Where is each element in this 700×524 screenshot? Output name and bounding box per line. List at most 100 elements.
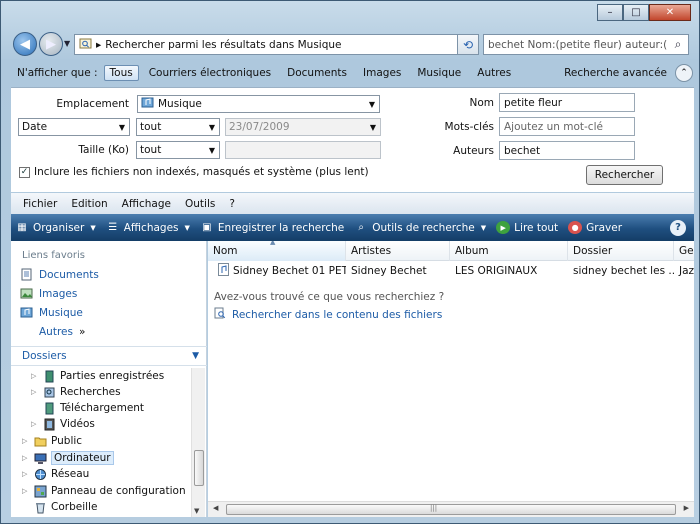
search-button[interactable]: Rechercher: [586, 165, 663, 185]
location-combo[interactable]: Musique ▼: [137, 95, 380, 113]
scrollbar-thumb[interactable]: [194, 450, 204, 486]
column-album[interactable]: Album: [450, 241, 568, 261]
folder-tree: ▷ Parties enregistrées ▷ Recherches Télé…: [11, 368, 191, 517]
date-op-combo[interactable]: tout ▼: [136, 118, 220, 136]
chevron-down-icon: ▼: [192, 351, 199, 361]
name-input[interactable]: petite fleur: [499, 93, 635, 112]
column-genre[interactable]: Ge: [674, 241, 694, 261]
search-file-contents-link[interactable]: Rechercher dans le contenu des fichiers: [214, 307, 442, 322]
search-tools-label: Outils de recherche: [372, 221, 475, 234]
forward-button[interactable]: ▶: [39, 32, 63, 56]
size-op-combo[interactable]: tout ▼: [136, 141, 220, 159]
tree-item-label: Corbeille: [51, 501, 98, 513]
filter-all[interactable]: Tous: [103, 64, 139, 81]
results-hscrollbar[interactable]: ◀ ||| ▶: [208, 501, 694, 517]
tree-item-computer[interactable]: ▷ Ordinateur: [22, 450, 114, 466]
music-icon: [20, 306, 33, 319]
include-nonindexed-checkbox[interactable]: ✓: [19, 166, 30, 178]
expand-icon[interactable]: ▷: [31, 372, 39, 380]
date-op-value: tout: [140, 121, 162, 133]
back-button[interactable]: ◀: [13, 32, 37, 56]
folders-header[interactable]: Dossiers ▼: [11, 346, 207, 366]
column-header: Nom ▲ Artistes Album Dossier Ge: [208, 241, 694, 261]
file-row[interactable]: Sidney Bechet 01 PETI... Sidney Bechet L…: [208, 261, 694, 281]
tree-item-searches[interactable]: ▷ Recherches: [31, 384, 121, 400]
advanced-search-toggle[interactable]: Recherche avancée: [564, 67, 667, 79]
menu-tools[interactable]: Outils: [185, 198, 215, 210]
search-icon[interactable]: ⌕: [668, 37, 688, 52]
tree-item-public[interactable]: ▷ Public: [22, 433, 82, 449]
tree-item-control-panel[interactable]: ▷ Panneau de configuration: [22, 483, 186, 499]
expand-icon[interactable]: ▷: [22, 487, 30, 495]
tree-item-label: Recherches: [60, 386, 121, 398]
play-all-label: Lire tout: [514, 221, 559, 234]
size-value-field[interactable]: [225, 141, 381, 159]
search-tools-icon: ⌕: [358, 222, 365, 233]
scroll-right-icon[interactable]: ▶: [684, 504, 689, 512]
menu-edit[interactable]: Edition: [71, 198, 107, 210]
favorite-music-label: Musique: [39, 306, 83, 319]
column-name[interactable]: Nom ▲: [208, 241, 346, 261]
searches-icon: [43, 386, 56, 399]
expand-icon[interactable]: ▷: [22, 454, 30, 462]
burn-button[interactable]: ● Graver: [568, 221, 622, 234]
views-button[interactable]: ☰ Affichages ▼: [106, 221, 190, 234]
favorites-more[interactable]: Autres »: [11, 322, 206, 341]
scrollbar-thumb[interactable]: [226, 504, 676, 515]
tree-item-videos[interactable]: ▷ Vidéos: [31, 416, 95, 432]
scroll-down-icon[interactable]: ▼: [194, 507, 199, 515]
close-button[interactable]: ✕: [649, 4, 691, 21]
expand-icon[interactable]: ▷: [31, 388, 39, 396]
maximize-button[interactable]: □: [623, 4, 649, 21]
column-folder-label: Dossier: [573, 245, 613, 257]
date-field-combo[interactable]: Date ▼: [18, 118, 130, 136]
scroll-left-icon[interactable]: ◀: [213, 504, 218, 512]
menu-help[interactable]: ?: [229, 198, 235, 210]
filter-images[interactable]: Images: [357, 65, 407, 81]
favorite-documents[interactable]: Documents: [11, 265, 206, 284]
search-input[interactable]: bechet Nom:(petite fleur) auteur:(bechet: [488, 39, 668, 51]
views-label: Affichages: [123, 221, 179, 234]
expand-icon[interactable]: ▷: [31, 420, 39, 428]
favorite-images[interactable]: Images: [11, 284, 206, 303]
chevron-down-icon: ▼: [369, 122, 377, 132]
date-value: 23/07/2009: [229, 121, 290, 133]
collapse-chevron-icon[interactable]: ⌃: [675, 63, 693, 82]
filter-email[interactable]: Courriers électroniques: [143, 65, 277, 81]
filter-other[interactable]: Autres: [471, 65, 517, 81]
explorer-window: – □ ✕ ◀ ▶ ▼ ▸ Rechercher parmi les résul…: [0, 0, 700, 524]
filter-music[interactable]: Musique: [411, 65, 467, 81]
address-bar[interactable]: ▸ Rechercher parmi les résultats dans Mu…: [74, 34, 478, 55]
column-artists[interactable]: Artistes: [346, 241, 450, 261]
refresh-button[interactable]: ⟲: [457, 34, 479, 55]
file-folder: sidney bechet les ...: [573, 265, 674, 277]
column-folder[interactable]: Dossier: [568, 241, 674, 261]
save-search-button[interactable]: ▣ Enregistrer la recherche: [200, 221, 344, 234]
menu-file[interactable]: Fichier: [23, 198, 57, 210]
organize-button[interactable]: ▦ Organiser ▼: [15, 221, 95, 234]
tree-item-network[interactable]: ▷ Réseau: [22, 466, 89, 482]
search-tools-button[interactable]: ⌕ Outils de recherche ▼: [354, 221, 486, 234]
menu-view[interactable]: Affichage: [122, 198, 171, 210]
location-value: Musique: [158, 98, 202, 110]
authors-input[interactable]: bechet: [499, 141, 635, 160]
date-value-combo[interactable]: 23/07/2009 ▼: [225, 118, 381, 136]
tree-item-saved-games[interactable]: ▷ Parties enregistrées: [31, 368, 164, 384]
column-genre-label: Ge: [679, 245, 694, 257]
file-genre: Jaz: [679, 265, 694, 277]
menu-bar: Fichier Edition Affichage Outils ?: [11, 193, 694, 214]
filter-documents[interactable]: Documents: [281, 65, 353, 81]
search-box[interactable]: bechet Nom:(petite fleur) auteur:(bechet…: [483, 34, 689, 55]
expand-icon[interactable]: ▷: [22, 437, 30, 445]
chevron-down-icon: ▼: [208, 122, 216, 132]
tree-item-downloads[interactable]: Téléchargement: [31, 400, 144, 416]
tree-scrollbar[interactable]: ▼: [191, 368, 205, 517]
play-all-button[interactable]: ▶ Lire tout: [496, 221, 558, 234]
history-dropdown-icon[interactable]: ▼: [64, 39, 70, 48]
expand-icon[interactable]: ▷: [22, 470, 30, 478]
minimize-button[interactable]: –: [597, 4, 623, 21]
tree-item-recycle-bin[interactable]: Corbeille: [22, 499, 97, 515]
favorite-music[interactable]: Musique: [11, 303, 206, 322]
tags-input[interactable]: Ajoutez un mot-clé: [499, 117, 635, 136]
help-icon[interactable]: ?: [670, 219, 686, 236]
